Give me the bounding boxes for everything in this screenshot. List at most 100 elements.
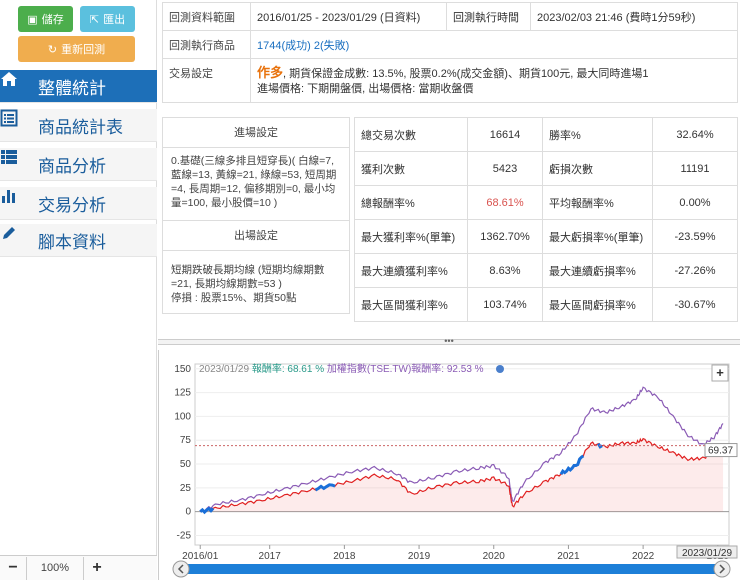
main-panel: 回測資料範圍 2016/01/25 - 2023/01/29 (日資料) 回測執…	[158, 0, 740, 580]
y-tick-label: 150	[174, 364, 191, 375]
zoom-control: − 100% +	[0, 555, 157, 580]
x-tick-label: 2019	[408, 551, 431, 562]
equity-chart: 150 125 100 75 50 25 0 -25 2016/01 2017 2018 2019 20…	[158, 350, 740, 580]
product-fail-link[interactable]: 2(失敗)	[314, 40, 349, 52]
product-value: 1744(成功) 2(失敗)	[250, 30, 738, 59]
stat-label: 最大獲利率%(單筆)	[354, 219, 468, 254]
list-alt-icon	[0, 109, 32, 135]
y-tick-label: 100	[174, 411, 191, 422]
backtest-info-table: 回測資料範圍 2016/01/25 - 2023/01/29 (日資料) 回測執…	[162, 2, 738, 103]
y-tick-label: -25	[177, 530, 192, 541]
nav-item-label: 商品分析	[38, 156, 106, 176]
stat-value: 103.74%	[467, 287, 543, 322]
legend-close-icon[interactable]	[496, 365, 504, 373]
stat-value: 32.64%	[652, 117, 738, 152]
trade-mode: 作多	[257, 64, 284, 80]
stat-value: 8.63%	[467, 253, 543, 288]
stat-value: 68.61%	[467, 185, 543, 220]
nav-item-label: 交易分析	[38, 195, 106, 215]
stat-value: 5423	[467, 151, 543, 186]
stat-label: 平均報酬率%	[542, 185, 653, 220]
range-label: 回測資料範圍	[162, 2, 251, 31]
navigator-scrollbar[interactable]	[177, 564, 725, 574]
stat-value: -23.59%	[652, 219, 738, 254]
resize-handle-dots: •••	[444, 336, 454, 346]
entry-settings-text: 0.基礎(三線多排且短穿長)( 白線=7, 藍線=13, 黃線=21, 綠線=5…	[163, 148, 349, 221]
trade-settings-line1: , 期貨保證金成數: 13.5%, 股票0.2%(成交金額)、期貨100元, 最…	[283, 67, 649, 80]
equity-chart-svg: 150 125 100 75 50 25 0 -25 2016/01 2017 2018 2019 20…	[172, 362, 738, 578]
bar-chart-icon	[2, 190, 32, 213]
trade-settings-line2: 進場價格: 下期開盤價, 出場價格: 當期收盤價	[257, 82, 474, 95]
exit-settings-text1: 短期跌破長期均線 (短期均線期數=21, 長期均線期數=53 )	[171, 264, 325, 290]
export-button[interactable]: ⇱ 匯出	[80, 6, 135, 32]
x-tick-label: 2018	[333, 551, 356, 562]
product-label: 回測執行商品	[162, 30, 251, 59]
exit-settings-title: 出場設定	[163, 221, 349, 251]
zoom-in-button[interactable]: +	[84, 557, 110, 580]
stat-label: 最大區間獲利率%	[354, 287, 468, 322]
stats-row: 最大獲利率%(單筆) 1362.70% 最大虧損率%(單筆) -23.59%	[354, 219, 738, 254]
entry-settings-title: 進場設定	[163, 118, 349, 148]
home-icon	[1, 72, 32, 96]
nav-item-label: 腳本資料	[38, 232, 106, 252]
x-tick-label: 2017	[259, 551, 282, 562]
new-high-segment	[199, 506, 215, 515]
stat-value: 1362.70%	[467, 219, 543, 254]
nav-item-script-data[interactable]: 腳本資料	[0, 224, 157, 257]
rerun-button-label: 重新回測	[61, 44, 106, 56]
y-tick-label: 25	[180, 483, 192, 494]
x-tick-label: 2022	[632, 551, 655, 562]
trade-settings-label: 交易設定	[162, 58, 251, 103]
stat-value: 16614	[467, 117, 543, 152]
y-tick-label: 125	[174, 388, 191, 399]
nav-item-product-analysis[interactable]: 商品分析	[0, 148, 157, 181]
stat-label: 最大區間虧損率%	[542, 287, 653, 322]
stat-value: -27.26%	[652, 253, 738, 288]
zoom-level: 100%	[26, 556, 84, 580]
nav-item-trade-analysis[interactable]: 交易分析	[0, 187, 157, 220]
y-tick-label: 50	[180, 459, 192, 470]
entry-exit-settings: 進場設定 0.基礎(三線多排且短穿長)( 白線=7, 藍線=13, 黃線=21,…	[162, 117, 350, 314]
stats-row: 總交易次數 16614 勝率% 32.64%	[354, 117, 738, 152]
nav-item-overall-stats[interactable]: 整體統計	[0, 70, 157, 103]
product-success-link[interactable]: 1744(成功)	[257, 40, 311, 52]
exit-settings-text2: 停損 : 股票15%、期貨50點	[171, 292, 297, 304]
stats-row: 最大區間獲利率% 103.74% 最大區間虧損率% -30.67%	[354, 287, 738, 322]
refresh-icon: ↻	[47, 43, 58, 56]
stats-table: 總交易次數 16614 勝率% 32.64% 獲利次數 5423 虧損次數 11191 總報酬率…	[354, 117, 738, 322]
pencil-icon	[3, 227, 32, 250]
stat-label: 最大連續虧損率%	[542, 253, 653, 288]
scroll-left-button[interactable]	[172, 560, 190, 578]
save-button-label: 儲存	[41, 14, 64, 26]
stat-value: -30.67%	[652, 287, 738, 322]
export-button-label: 匯出	[103, 14, 126, 26]
rerun-backtest-button[interactable]: ↻ 重新回測	[18, 36, 135, 62]
stats-row: 最大連續獲利率% 8.63% 最大連續虧損率% -27.26%	[354, 253, 738, 288]
stat-label: 虧損次數	[542, 151, 653, 186]
nav-item-label: 商品統計表	[38, 117, 123, 137]
run-time-label: 回測執行時間	[446, 2, 531, 31]
floppy-disk-icon: ▣	[27, 13, 38, 26]
sidebar: ▣ 儲存 ⇱ 匯出 ↻ 重新回測 整體統計 商品統計表 商品分析 交易分析 腳本…	[0, 0, 157, 580]
stat-label: 總報酬率%	[354, 185, 468, 220]
stat-label: 最大虧損率%(單筆)	[542, 219, 653, 254]
th-list-icon	[1, 150, 32, 174]
chart-expand-label[interactable]: +	[716, 365, 724, 380]
chart-legend: 2023/01/29 報酬率: 68.61 % 加權指數(TSE.TW)報酬率:…	[199, 362, 484, 375]
save-button[interactable]: ▣ 儲存	[18, 6, 73, 32]
last-value-label: 69.37	[708, 446, 733, 457]
stat-label: 獲利次數	[354, 151, 468, 186]
nav-item-product-stats-table[interactable]: 商品統計表	[0, 109, 157, 142]
stats-row: 總報酬率% 68.61% 平均報酬率% 0.00%	[354, 185, 738, 220]
panel-resize-handle[interactable]: •••	[158, 336, 740, 346]
range-value: 2016/01/25 - 2023/01/29 (日資料)	[250, 2, 447, 31]
end-date-label: 2023/01/29	[682, 548, 732, 559]
stat-value: 0.00%	[652, 185, 738, 220]
scroll-right-button[interactable]	[713, 560, 731, 578]
zoom-out-button[interactable]: −	[0, 557, 26, 580]
y-tick-label: 0	[185, 507, 191, 518]
x-tick-label: 2021	[557, 551, 580, 562]
export-icon: ⇱	[89, 13, 100, 26]
trade-settings-value: 作多, 期貨保證金成數: 13.5%, 股票0.2%(成交金額)、期貨100元,…	[250, 58, 738, 103]
nav-item-label: 整體統計	[38, 78, 106, 98]
